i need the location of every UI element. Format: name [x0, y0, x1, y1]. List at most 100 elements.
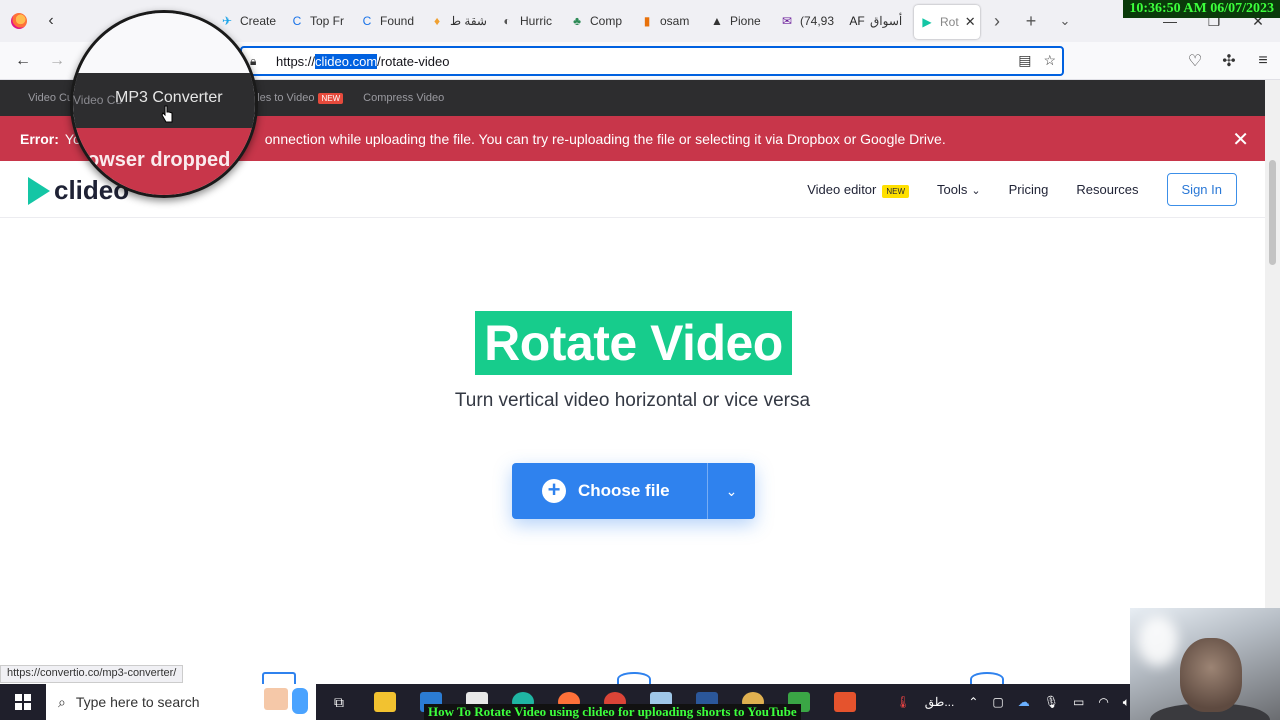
tab-favicon-icon: ♦ [433, 14, 441, 28]
tab-favicon-icon: C [292, 14, 302, 28]
video-caption-overlay: How To Rotate Video using clideo for upl… [424, 704, 801, 720]
tab-label: أسواق [870, 14, 903, 28]
weather-icon[interactable]: 🌡︎ [896, 695, 911, 709]
topbar-video-cutter[interactable]: Video Cu [28, 92, 73, 104]
tab-scroll-left-icon[interactable]: ‹ [38, 0, 64, 42]
clideo-favicon-icon: ▶ [920, 15, 934, 29]
tab-label: (74,93 [800, 14, 835, 28]
page-subtitle: Turn vertical video horizontal or vice v… [454, 390, 811, 411]
task-view-icon[interactable]: ⧉ [316, 684, 362, 720]
tab-label: Found [380, 14, 415, 28]
error-close-icon[interactable]: ✕ [1232, 127, 1249, 152]
choose-file-button-group: + Choose file ⌄ [512, 463, 755, 519]
video-editor-label: Video editor [807, 182, 877, 197]
tab-close-icon[interactable]: ✕ [965, 14, 976, 30]
page-title: Rotate Video [475, 311, 792, 375]
battery-icon[interactable]: ▭ [1073, 695, 1084, 709]
screen: ‹ ✈CreateCTop FrCFound♦شقة ط◐Hurric♣Comp… [0, 0, 1280, 720]
url-prefix: https:// [276, 53, 316, 69]
menu-pricing[interactable]: Pricing [1009, 182, 1049, 197]
pocket-icon[interactable]: ♡ [1178, 45, 1212, 77]
main-menu: Video editor NEW Tools ⌄ Pricing Resources… [807, 173, 1237, 206]
choose-source-dropdown[interactable]: ⌄ [707, 463, 755, 519]
url-bar[interactable]: 🔒︎ https://clideo.com/rotate-video ▤ ☆ [240, 46, 1064, 76]
tab-6[interactable]: ▮ osam [634, 4, 704, 38]
tab-1[interactable]: C Top Fr [284, 4, 354, 38]
search-icon: ⌕ [58, 693, 66, 710]
chevron-up-icon[interactable]: ⌃ [968, 695, 978, 709]
tab-label: Top Fr [310, 14, 345, 28]
language-indicator[interactable]: طق... [925, 695, 955, 709]
tab-9[interactable]: AF أسواق [844, 4, 914, 38]
video-editor-new-badge: NEW [882, 185, 910, 198]
hand-cursor-icon [161, 105, 173, 123]
tab-label: شقة ط [450, 14, 487, 28]
tab-favicon-icon: C [362, 14, 372, 28]
tab-4[interactable]: ◐ Hurric [494, 4, 564, 38]
file-explorer-icon[interactable] [362, 684, 408, 720]
tab-favicon-icon: ♣ [573, 14, 581, 28]
meet-icon[interactable]: ▢ [992, 695, 1003, 709]
bookmark-star-icon[interactable]: ☆ [1043, 52, 1056, 69]
tab-7[interactable]: ▲ Pione [704, 4, 774, 38]
page-scrollbar[interactable] [1265, 80, 1280, 685]
tools-label: Tools [937, 182, 968, 197]
taskbar-search-box[interactable]: ⌕ Type here to search [46, 684, 316, 720]
tab-label: Hurric [520, 14, 552, 28]
tab-8[interactable]: ✉ (74,93 [774, 4, 844, 38]
clideo-logo-icon [28, 176, 50, 205]
search-highlight-icon [264, 688, 308, 714]
link-status-tooltip: https://convertio.co/mp3-converter/ [0, 665, 184, 683]
tab-label: Comp [590, 14, 623, 28]
tab-favicon-icon: AF [849, 14, 865, 28]
menu-tools[interactable]: Tools ⌄ [937, 182, 981, 197]
system-tray: 🌡︎ طق... ⌃ ▢ ☁ 🎙︎ ▭ ◠ 🔈︎ [896, 684, 1130, 720]
back-icon[interactable]: ← [6, 45, 40, 77]
overlay-clock: 10:36:50 AM 06/07/2023 [1123, 0, 1280, 18]
magnifier-error-text: owser dropped [87, 149, 231, 171]
sign-in-button[interactable]: Sign In [1166, 173, 1237, 206]
tab-active[interactable]: ▶ Rot ✕ [914, 5, 980, 39]
tab-label: Pione [730, 14, 761, 28]
menu-video-editor[interactable]: Video editor NEW [807, 182, 910, 198]
tab-favicon-icon: ▲ [711, 14, 723, 28]
onedrive-icon[interactable]: ☁ [1018, 695, 1030, 709]
tab-5[interactable]: ♣ Comp [564, 4, 634, 38]
search-placeholder: Type here to search [75, 694, 200, 710]
webcam-light [1138, 616, 1178, 666]
windows-logo-icon [15, 694, 31, 710]
new-badge: NEW [318, 92, 344, 104]
magnifier-browser-area [73, 13, 255, 73]
tab-scroll-right-icon[interactable]: › [980, 0, 1014, 42]
tab-active-label: Rot [940, 15, 959, 29]
tab-2[interactable]: C Found [354, 4, 424, 38]
tab-label: osam [660, 14, 690, 28]
url-selected: clideo.com [315, 53, 378, 69]
hamburger-menu-icon[interactable]: ≡ [1246, 45, 1280, 77]
choose-file-button[interactable]: + Choose file [512, 463, 707, 519]
reader-view-icon[interactable]: ▤ [1018, 52, 1031, 69]
webcam-person-head [1180, 638, 1242, 712]
new-tab-icon[interactable]: + [1014, 0, 1048, 42]
tab-favicon-icon: ◐ [503, 14, 511, 28]
error-label: Error: [20, 130, 59, 147]
error-message-tail: onnection while uploading the file. You … [264, 130, 946, 147]
firefox-menu-icon[interactable] [0, 0, 38, 42]
recorder-icon[interactable] [822, 684, 868, 720]
list-all-tabs-icon[interactable]: ⌄ [1048, 0, 1082, 42]
topbar-compress-video[interactable]: Compress Video [363, 92, 444, 104]
tab-favicon-icon: ✉ [781, 14, 793, 28]
url-suffix: /rotate-video [377, 53, 450, 69]
tab-3[interactable]: ♦ شقة ط [424, 4, 494, 38]
volume-icon[interactable]: 🔈︎ [1123, 695, 1130, 710]
microphone-icon[interactable]: 🎙︎ [1044, 695, 1059, 709]
menu-resources[interactable]: Resources [1076, 182, 1138, 197]
start-button[interactable] [0, 684, 46, 720]
extensions-icon[interactable]: ✣ [1212, 45, 1246, 77]
scrollbar-thumb[interactable] [1269, 160, 1276, 265]
plus-icon: + [542, 479, 566, 503]
chevron-down-icon: ⌄ [725, 482, 738, 499]
zoom-magnifier: Video Cu MP3 Converter owser dropped [70, 10, 258, 198]
forward-icon[interactable]: → [40, 45, 74, 77]
wifi-icon[interactable]: ◠ [1098, 695, 1108, 709]
